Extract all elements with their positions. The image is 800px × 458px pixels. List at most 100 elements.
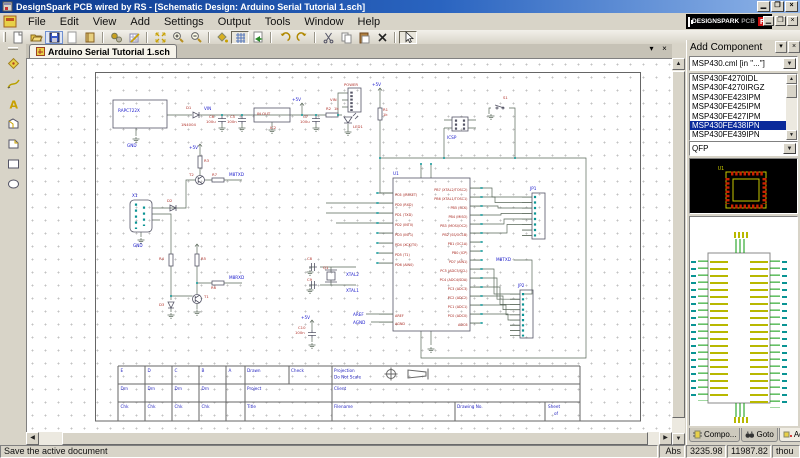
menu-item[interactable]: Settings [157,15,211,29]
document-icon[interactable] [3,15,18,28]
mdi-minimize-button[interactable]: ▁ [763,16,774,26]
menu-item[interactable]: Output [211,15,258,29]
package-filter-combo[interactable]: QFP ▼ [689,141,798,156]
menu-item[interactable]: File [21,15,53,29]
copy-button[interactable] [337,31,355,44]
scroll-up-button[interactable]: ▲ [672,58,685,70]
menu-item[interactable]: Tools [258,15,298,29]
component-list-item[interactable]: MSP430F4270IRGZ [690,83,786,92]
dropdown-arrow-icon[interactable]: ▼ [783,58,796,69]
select-mode-button[interactable] [399,31,417,44]
titleblock-chk: Chk [175,404,184,409]
component-list-item[interactable]: MSP430FE438IPN [690,121,786,130]
list-scroll-thumb[interactable] [786,84,797,98]
horizontal-scrollbar[interactable]: ◀ ▶ [26,432,672,445]
r2-value: 1k [334,106,339,111]
r4-ref: R4 [159,256,165,261]
power-header-label: POWER [344,82,358,87]
design-technology-button[interactable] [125,31,143,44]
zoom-view-extents-button[interactable] [151,31,169,44]
titleblock-chk: Chk [148,404,157,409]
mdi-restore-button[interactable]: ❐ [775,16,786,26]
open-document-button[interactable] [27,31,45,44]
restore-button[interactable]: ❐ [771,1,784,12]
toolbar-separator [102,32,104,43]
toolbar-separator [314,32,316,43]
zoom-in-button[interactable] [169,31,187,44]
goto-sheet-button[interactable] [249,31,267,44]
tab-close-button[interactable]: × [659,45,670,55]
application-icon[interactable] [2,1,13,12]
menu-item[interactable]: View [86,15,124,29]
minimize-button[interactable]: ▁ [757,1,770,12]
library-filter-combo[interactable]: MSP430.cml [in "..."] ▼ [689,56,798,71]
component-list-item[interactable]: MSP430FE427IPM [690,112,786,121]
toolbar-grip[interactable] [8,47,18,50]
horizontal-scroll-thumb[interactable] [62,432,648,445]
toolbar-separator [394,32,396,43]
vertical-scrollbar[interactable]: ▲ ▼ [672,58,685,445]
vertical-scroll-thumb[interactable] [672,71,685,418]
tab-goto[interactable]: Goto [741,428,777,442]
zoom-out-button[interactable] [187,31,205,44]
c8-ref: C8 [307,256,313,261]
component-list-item[interactable]: MSP430FE423IPM [690,93,786,102]
component-list-item[interactable]: MSP430F4270IDL [690,74,786,83]
vin-pin-label: VIN [330,97,337,102]
titleblock-filename: Filename [334,404,353,409]
scroll-down-button[interactable]: ▼ [672,433,685,445]
new-document-button[interactable] [9,31,27,44]
mdi-close-button[interactable]: × [787,16,798,26]
u1-right-pin-label: ADC6 [458,323,467,327]
color-fill-button[interactable] [213,31,231,44]
titleblock-chk: Chk [121,404,130,409]
u1-left-pin-labels: PC6 (/RESET)PD0 (RXD)PD1 (TXD)PD2 (INT0)… [395,193,418,267]
ic2-ref: IC2 [270,125,277,130]
scroll-left-button[interactable]: ◀ [26,432,39,445]
add-text-button[interactable]: A [3,94,23,113]
list-scroll-up-button[interactable]: ▲ [786,74,797,84]
save-document-button[interactable] [45,31,63,44]
panel-menu-button[interactable]: ▾ [775,41,787,53]
close-button[interactable]: × [785,1,798,12]
list-scroll-down-button[interactable]: ▼ [786,130,797,140]
add-shape-circle-button[interactable] [3,174,23,193]
dropdown-arrow-icon[interactable]: ▼ [783,143,796,154]
tab-menu-button[interactable]: ▾ [646,45,657,55]
add-connection-button[interactable] [3,74,23,93]
library-button[interactable] [81,31,99,44]
add-shape-rectangle-button[interactable] [3,154,23,173]
component-list-item[interactable]: MSP430FE425IPM [690,102,786,111]
menu-item[interactable]: Add [123,15,157,29]
menu-item[interactable]: Help [351,15,388,29]
delete-button[interactable] [373,31,391,44]
settings-gears-button[interactable] [107,31,125,44]
cut-button[interactable] [319,31,337,44]
toolbar-grip[interactable] [3,32,6,42]
add-component-button[interactable] [3,54,23,73]
drawing-toolbar: A [0,44,26,445]
status-message: Save the active document [0,445,658,458]
menu-item[interactable]: Window [297,15,350,29]
u1-right-pin-label: PB3 (MOSI/OC2) [440,224,468,228]
panel-close-button[interactable]: × [788,41,800,53]
document-tab[interactable]: Arduino Serial Tutorial 1.sch [29,44,177,58]
component-list[interactable]: MSP430F4270IDLMSP430F4270IRGZMSP430FE423… [689,73,798,141]
add-shape-polygon-button[interactable] [3,114,23,133]
close-document-button[interactable] [63,31,81,44]
m8txd-net-label: M8TXD [229,172,244,177]
paste-button[interactable] [355,31,373,44]
redo-button[interactable] [293,31,311,44]
menu-item[interactable]: Edit [53,15,86,29]
list-scrollbar[interactable]: ▲ ▼ [786,74,797,140]
titleblock-projection: Projection [334,368,355,373]
undo-button[interactable] [275,31,293,44]
grid-toggle-button[interactable] [231,31,249,44]
u1-left-pin-label: PD3 (INT1) [395,233,414,237]
schematic-canvas[interactable]: EDCBA Drawn Check Projection Do Not Scal… [26,58,672,432]
add-shape-path-button[interactable] [3,134,23,153]
tab-components[interactable]: Compo... [689,428,740,442]
component-list-item[interactable]: MSP430FE439IPN [690,130,786,139]
scroll-right-button[interactable]: ▶ [659,432,672,445]
tab-add-component[interactable]: Add Co... [779,428,800,442]
